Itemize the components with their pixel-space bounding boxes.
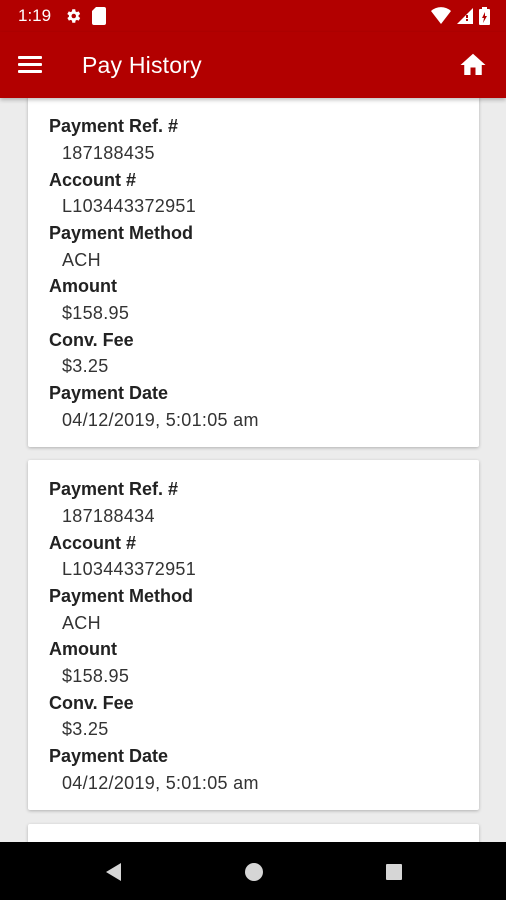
payment-ref-label: Payment Ref. # bbox=[49, 479, 179, 499]
conv-fee-label: Conv. Fee bbox=[49, 330, 134, 350]
back-icon[interactable] bbox=[100, 858, 128, 886]
account-label: Account # bbox=[49, 170, 137, 190]
payment-date-label: Payment Date bbox=[49, 383, 169, 403]
account-label: Account # bbox=[49, 533, 137, 553]
amount-label: Amount bbox=[49, 639, 117, 659]
system-nav-bar bbox=[0, 842, 506, 900]
payment-card: Payment Ref. # 187188434 Account # L1034… bbox=[28, 460, 479, 810]
payment-ref-value: 187188434 bbox=[62, 506, 155, 526]
sd-card-icon bbox=[92, 7, 106, 30]
payment-date-label: Payment Date bbox=[49, 746, 169, 766]
payment-card: Payment Ref. # 187188435 Account # L1034… bbox=[28, 98, 479, 447]
status-left-icons bbox=[64, 7, 106, 30]
hamburger-menu-icon[interactable] bbox=[14, 51, 46, 79]
amount-label: Amount bbox=[49, 276, 117, 296]
payment-date-value: 04/12/2019, 5:01:05 am bbox=[62, 773, 259, 793]
pay-history-list[interactable]: Payment Ref. # 187188435 Account # L1034… bbox=[0, 98, 506, 842]
signal-icon bbox=[457, 7, 473, 30]
status-right-icons bbox=[431, 7, 490, 30]
payment-method-label: Payment Method bbox=[49, 586, 194, 606]
payment-method-value: ACH bbox=[62, 613, 101, 633]
recents-square-icon[interactable] bbox=[380, 858, 408, 886]
account-value: L103443372951 bbox=[62, 559, 197, 579]
payment-method-value: ACH bbox=[62, 250, 101, 270]
amount-value: $158.95 bbox=[62, 666, 130, 686]
home-icon[interactable] bbox=[458, 50, 488, 80]
app-bar: Pay History bbox=[0, 32, 506, 98]
account-value: L103443372951 bbox=[62, 196, 197, 216]
page-title: Pay History bbox=[82, 52, 202, 78]
battery-icon bbox=[479, 7, 490, 30]
amount-value: $158.95 bbox=[62, 303, 130, 323]
status-bar: 1:19 bbox=[0, 0, 506, 32]
settings-icon bbox=[64, 7, 82, 30]
payment-ref-value: 187188435 bbox=[62, 143, 155, 163]
conv-fee-value: $3.25 bbox=[62, 356, 109, 376]
home-circle-icon[interactable] bbox=[240, 858, 268, 886]
conv-fee-value: $3.25 bbox=[62, 719, 109, 739]
conv-fee-label: Conv. Fee bbox=[49, 693, 134, 713]
payment-ref-label: Payment Ref. # bbox=[49, 116, 179, 136]
wifi-icon bbox=[431, 7, 451, 30]
payment-card bbox=[28, 824, 479, 842]
payment-date-value: 04/12/2019, 5:01:05 am bbox=[62, 410, 259, 430]
payment-method-label: Payment Method bbox=[49, 223, 194, 243]
status-time: 1:19 bbox=[18, 6, 52, 25]
